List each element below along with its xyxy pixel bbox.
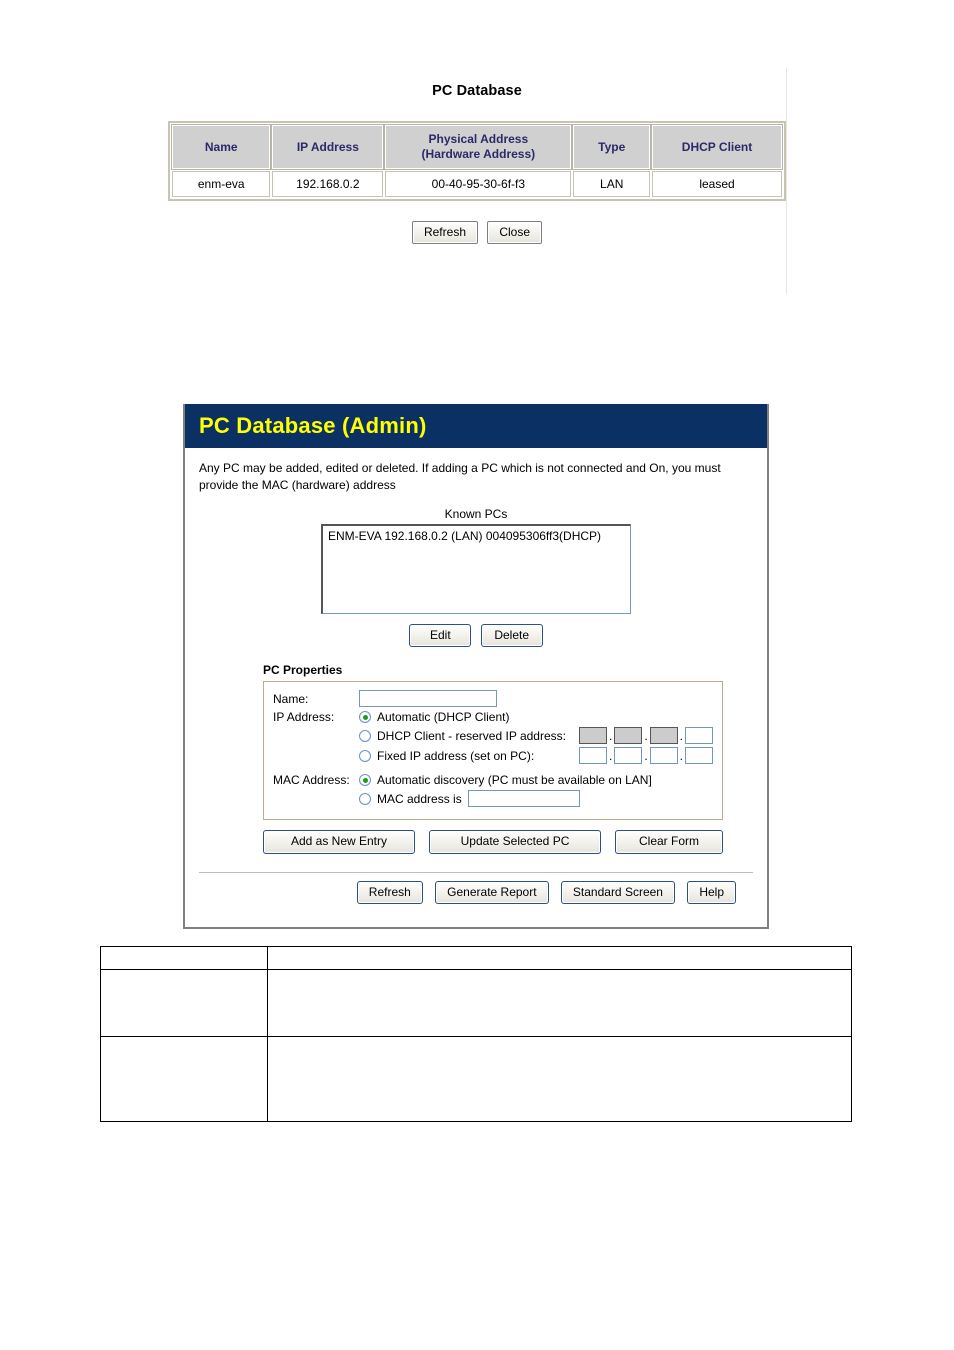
fixed-octet-3[interactable] — [649, 747, 678, 765]
radio-ip-automatic-label: Automatic (DHCP Client) — [377, 710, 510, 725]
mac-address-label: MAC Address: — [273, 773, 350, 788]
fixed-octet-4[interactable] — [685, 747, 713, 765]
admin-panel-body: Any PC may be added, edited or deleted. … — [185, 448, 767, 904]
cell-col1 — [100, 1036, 268, 1122]
admin-panel-header: PC Database (Admin) — [185, 404, 767, 448]
known-pcs-button-row: Edit Delete — [199, 623, 753, 648]
cell-name: enm-eva — [172, 171, 271, 197]
reference-table — [100, 946, 852, 1122]
mac-manual-row: MAC address is — [359, 790, 713, 808]
status-button-row: Refresh Close — [168, 221, 786, 245]
fixed-ip-octets: . . . — [578, 747, 713, 765]
cell-ip-address: 192.168.0.2 — [272, 171, 384, 197]
table-row — [100, 969, 852, 1037]
edit-button[interactable]: Edit — [409, 623, 472, 648]
update-selected-pc-button[interactable]: Update Selected PC — [429, 830, 601, 854]
octet-separator: . — [679, 728, 683, 743]
radio-ip-fixed-label: Fixed IP address (set on PC): — [377, 748, 535, 763]
close-button[interactable]: Close — [487, 221, 543, 245]
table-row — [100, 1036, 852, 1122]
admin-footer-button-row: Refresh Generate Report Standard Screen … — [199, 873, 753, 904]
reserved-ip-octets: . . . — [578, 727, 713, 745]
cell-col2 — [267, 1036, 852, 1122]
cell-type: LAN — [573, 171, 651, 197]
cell-col2 — [267, 969, 852, 1037]
ip-address-row: IP Address: Automatic (DHCP Client) — [273, 710, 713, 724]
octet-separator: . — [679, 748, 683, 763]
cell-col2 — [267, 946, 852, 970]
known-pcs-listbox[interactable]: ENM-EVA 192.168.0.2 (LAN) 004095306ff3(D… — [321, 523, 631, 614]
reserved-octet-3[interactable] — [649, 727, 678, 745]
reserved-octet-4[interactable] — [685, 727, 713, 745]
column-header-ip-address: IP Address — [271, 124, 385, 170]
pc-database-status-panel: PC Database Name IP Address Physical Add… — [168, 68, 787, 294]
name-row: Name: — [273, 690, 713, 708]
radio-mac-manual-label: MAC address is — [377, 791, 462, 806]
pc-properties-title: PC Properties — [263, 663, 343, 678]
refresh-button[interactable]: Refresh — [411, 221, 478, 245]
ip-reserved-row: DHCP Client - reserved IP address: . . . — [359, 727, 713, 745]
name-input[interactable] — [359, 690, 497, 708]
add-as-new-entry-button[interactable]: Add as New Entry — [263, 830, 415, 854]
column-header-dhcp-client: DHCP Client — [651, 124, 783, 170]
page-title: PC Database — [432, 83, 522, 99]
footer-refresh-button[interactable]: Refresh — [356, 880, 423, 904]
octet-separator: . — [608, 748, 613, 763]
column-header-physical-address: Physical Address (Hardware Address) — [384, 124, 573, 170]
mac-address-input[interactable] — [467, 790, 580, 808]
fixed-octet-2[interactable] — [614, 747, 643, 765]
generate-report-button[interactable]: Generate Report — [435, 880, 549, 904]
name-label: Name: — [273, 691, 309, 706]
known-pcs-label: Known PCs — [444, 506, 508, 521]
table-row — [100, 946, 852, 970]
admin-intro-text: Any PC may be added, edited or deleted. … — [199, 461, 721, 493]
radio-mac-manual-icon[interactable] — [359, 792, 371, 805]
octet-separator: . — [644, 748, 648, 763]
delete-button[interactable]: Delete — [480, 623, 543, 648]
column-header-physical-address-line2: (Hardware Address) — [421, 147, 536, 161]
column-header-name: Name — [170, 124, 272, 170]
standard-screen-button[interactable]: Standard Screen — [560, 880, 675, 904]
table-header-row: Name IP Address Physical Address (Hardwar… — [170, 124, 783, 170]
cell-dhcp-client: leased — [652, 171, 782, 197]
reserved-octet-1[interactable] — [578, 727, 607, 745]
reserved-octet-2[interactable] — [614, 727, 643, 745]
column-header-type: Type — [572, 124, 652, 170]
list-item[interactable]: ENM-EVA 192.168.0.2 (LAN) 004095306ff3(D… — [327, 528, 626, 544]
mac-address-row: MAC Address: Automatic discovery (PC mus… — [273, 773, 713, 787]
radio-ip-reserved-icon[interactable] — [359, 729, 371, 742]
fixed-octet-1[interactable] — [578, 747, 607, 765]
pc-database-admin-panel: PC Database (Admin) Any PC may be added,… — [183, 404, 769, 929]
pc-properties-button-row: Add as New Entry Update Selected PC Clea… — [263, 830, 723, 854]
help-button[interactable]: Help — [687, 880, 736, 904]
cell-col1 — [100, 969, 268, 1037]
radio-ip-reserved-label: DHCP Client - reserved IP address: — [377, 728, 566, 743]
pc-properties-fieldset: Name: IP Address: Automatic (DHCP Client… — [263, 681, 723, 821]
radio-mac-automatic-icon[interactable] — [359, 774, 371, 787]
admin-panel-title: PC Database (Admin) — [199, 413, 427, 438]
radio-ip-fixed-icon[interactable] — [359, 749, 371, 762]
radio-mac-automatic-label: Automatic discovery (PC must be availabl… — [377, 773, 652, 788]
ip-address-label: IP Address: — [273, 710, 335, 725]
pc-database-table: Name IP Address Physical Address (Hardwar… — [168, 121, 786, 201]
column-header-physical-address-line1: Physical Address — [428, 132, 529, 146]
octet-separator: . — [608, 728, 613, 743]
ip-fixed-row: Fixed IP address (set on PC): . . . — [359, 747, 713, 765]
cell-col1 — [100, 946, 268, 970]
table-row: enm-eva 192.168.0.2 00-40-95-30-6f-f3 LA… — [172, 171, 782, 197]
clear-form-button[interactable]: Clear Form — [615, 830, 723, 854]
cell-physical-address: 00-40-95-30-6f-f3 — [385, 171, 572, 197]
radio-ip-automatic-icon[interactable] — [359, 711, 371, 724]
octet-separator: . — [644, 728, 648, 743]
